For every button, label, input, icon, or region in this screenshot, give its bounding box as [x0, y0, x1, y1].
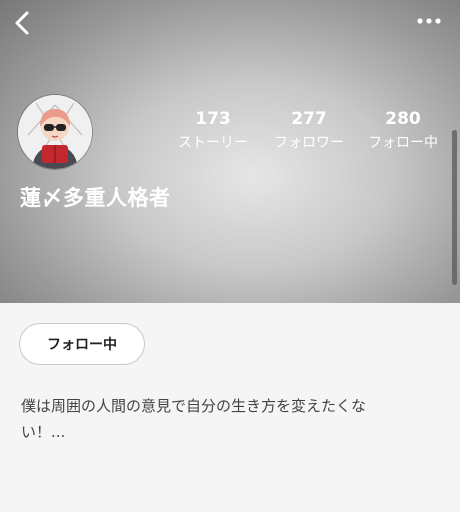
back-button[interactable]	[6, 6, 38, 40]
more-options-button[interactable]	[412, 8, 446, 34]
stories-count-value: 173	[195, 109, 231, 129]
following-button[interactable]: フォロー中	[19, 323, 145, 365]
stories-count-label: ストーリー	[178, 135, 248, 151]
following-count-label: フォロー中	[368, 135, 438, 151]
profile-stats: 173 ストーリー 277 フォロワー 280 フォロー中	[0, 108, 460, 158]
followers-count-value: 277	[291, 109, 327, 129]
following-count[interactable]: 280 フォロー中	[358, 108, 448, 154]
followers-count[interactable]: 277 フォロワー	[264, 108, 354, 154]
following-count-value: 280	[385, 109, 421, 129]
profile-content: フォロー中 僕は周囲の人間の意見で自分の生き方を変えたくない！...	[0, 303, 460, 512]
more-horizontal-icon	[417, 18, 441, 24]
chevron-left-icon	[15, 11, 29, 35]
profile-bio: 僕は周囲の人間の意見で自分の生き方を変えたくない！...	[21, 397, 367, 441]
profile-header: 173 ストーリー 277 フォロワー 280 フォロー中 蓮〆多重人格者	[0, 0, 460, 303]
followers-count-label: フォロワー	[274, 135, 344, 151]
stories-count[interactable]: 173 ストーリー	[168, 108, 258, 154]
scrollbar[interactable]	[452, 130, 457, 285]
profile-username: 蓮〆多重人格者	[20, 186, 171, 210]
